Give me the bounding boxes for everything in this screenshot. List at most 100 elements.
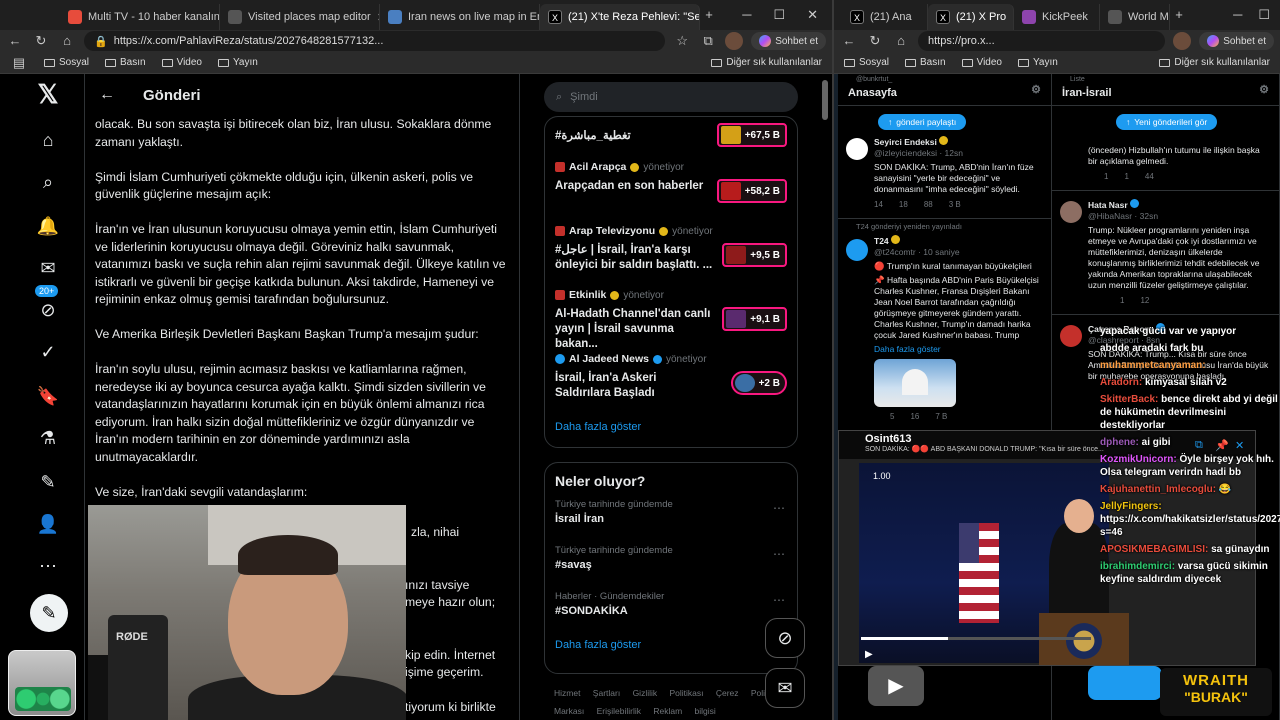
blue-button[interactable] [1088, 666, 1162, 700]
search-bar[interactable]: ⌕ Şimdi [544, 82, 798, 112]
back-icon[interactable]: ← [840, 32, 858, 50]
retweet-count[interactable]: 1 [1104, 171, 1108, 182]
close-window-icon[interactable]: ✕ [807, 7, 818, 23]
messages-icon[interactable]: ✉ [36, 256, 60, 280]
like-count[interactable]: 1 [1120, 295, 1124, 306]
footer-links[interactable]: Hizmet Şartları Gizlilik Politikası Çere… [554, 684, 794, 720]
copilot-chat-button[interactable]: Sohbet et [751, 32, 826, 50]
tab-favicon-icon [1022, 10, 1036, 24]
reading-list-icon[interactable]: ▤ [10, 54, 28, 72]
articles-icon[interactable]: ✎ [36, 470, 60, 494]
tab-x-pro[interactable]: X (21) X Pro [928, 4, 1014, 30]
maximize-icon[interactable]: ☐ [1258, 7, 1270, 23]
tweet[interactable]: Seyirci Endeksi @izleyiciendeksi · 12sn … [838, 128, 1051, 219]
home-icon[interactable]: ⌂ [892, 32, 910, 50]
bookmark-folder-video[interactable]: Video [961, 57, 1002, 68]
more-options-icon[interactable]: ⋯ [773, 547, 785, 561]
play-button[interactable]: ▶ [868, 666, 924, 706]
retweet-count[interactable]: 5 [890, 411, 894, 422]
bookmark-folder-basin[interactable]: Basın [105, 57, 146, 68]
bookmark-folder-basin[interactable]: Basın [905, 57, 946, 68]
verified-icon [939, 136, 949, 145]
video-progress-bar[interactable] [861, 637, 1091, 640]
news-item[interactable]: Türkiye tarihinde gündemde İsrail İran ⋯ [545, 493, 797, 539]
url-field[interactable]: https://pro.x... [918, 31, 1166, 51]
bookmark-folder-sosyal[interactable]: Sosyal [844, 57, 889, 68]
trend-item[interactable]: Etkinlik yönetiyor Al-Hadath Channel'dan … [545, 285, 797, 350]
show-more-link[interactable]: Daha fazla göster [545, 413, 797, 441]
trend-item[interactable]: Arap Televizyonu yönetiyor #عاجل | İsrail… [545, 221, 797, 285]
url-field[interactable]: 🔒 https://x.com/PahlaviReza/status/202764… [84, 31, 666, 51]
more-options-icon[interactable]: ⋯ [773, 593, 785, 607]
maximize-icon[interactable]: ☐ [773, 7, 785, 23]
jobs-icon[interactable]: ⚗ [36, 426, 60, 450]
tweet-body: SON DAKİKA: Trump, ABD'nin İran'ın füze … [874, 162, 1034, 194]
tab-iran-news-map[interactable]: Iran news on live map in English -✕ [380, 4, 540, 30]
notifications-icon[interactable]: 🔔 [36, 214, 60, 238]
more-icon[interactable]: ⋯ [36, 554, 60, 578]
search-icon[interactable]: ⌕ [36, 170, 60, 194]
x-logo-icon[interactable]: 𝕏 [36, 81, 60, 107]
news-item[interactable]: Türkiye tarihinde gündemde #savaş ⋯ [545, 539, 797, 585]
minimize-icon[interactable]: ─ [742, 7, 751, 23]
copilot-chat-button[interactable]: Sohbet et [1199, 32, 1274, 50]
minimize-icon[interactable]: ─ [1233, 7, 1242, 23]
bookmark-folder-sosyal[interactable]: Sosyal [44, 57, 89, 68]
back-arrow-icon[interactable]: ← [99, 86, 115, 104]
show-more-link[interactable]: Daha fazla göster [545, 631, 797, 659]
home-icon[interactable]: ⌂ [58, 32, 76, 50]
like-count[interactable]: 1 [1124, 171, 1128, 182]
tab-x-reza-pehlevi[interactable]: X(21) X'te Reza Pehlevi: "Sevgili yol✕ [540, 4, 700, 30]
bookmark-folder-yayin[interactable]: Yayın [218, 57, 258, 68]
bookmark-folder-other[interactable]: Diğer sık kullanılanlar [711, 57, 822, 68]
bookmarks-icon[interactable]: 🔖 [36, 384, 60, 408]
tweet-image-capitol[interactable] [874, 359, 956, 407]
profile-icon[interactable]: 👤 [36, 512, 60, 536]
trend-item[interactable]: #تغطية_مباشرة +67,5 B [545, 117, 797, 157]
reload-icon[interactable]: ↻ [866, 32, 884, 50]
trend-item[interactable]: Al Jadeed News yönetiyor İsrail, İran'a A… [545, 349, 797, 413]
compose-post-button[interactable]: ✎ [30, 594, 68, 632]
back-icon[interactable]: ← [6, 32, 24, 50]
play-icon[interactable]: ▶ [865, 649, 873, 660]
favorite-star-icon[interactable]: ☆ [673, 32, 691, 50]
tab-visited-places[interactable]: Visited places map editor✕ [220, 4, 380, 30]
bookmark-folder-yayin[interactable]: Yayın [1018, 57, 1058, 68]
profile-avatar[interactable] [725, 32, 744, 50]
tab-world-map[interactable]: World M [1100, 4, 1170, 30]
gear-icon[interactable]: ⚙ [1031, 83, 1041, 96]
chat-username: JellyFingers: [1100, 501, 1162, 512]
show-more-link[interactable]: Daha fazla göster [874, 344, 1043, 355]
retweet-count[interactable]: 18 [899, 199, 908, 210]
tab-multi-tv[interactable]: Multi TV - 10 haber kanalını aynı a✕ [60, 4, 220, 30]
new-tab-icon[interactable]: + [1170, 6, 1188, 24]
messages-fab-button[interactable]: ✉ [765, 668, 805, 708]
like-count[interactable]: 16 [910, 411, 919, 422]
grok-icon[interactable]: ⊘ [36, 298, 60, 322]
reply-count[interactable]: 14 [874, 199, 883, 210]
tab-ana[interactable]: X (21) Ana [842, 4, 928, 30]
reload-icon[interactable]: ↻ [32, 32, 50, 50]
like-count[interactable]: 88 [924, 199, 933, 210]
new-tab-icon[interactable]: + [700, 6, 718, 24]
tweet[interactable]: T24 gönderiyi yeniden yayınladı T24 @t24… [838, 219, 1051, 431]
gear-icon[interactable]: ⚙ [1259, 83, 1269, 96]
news-item[interactable]: Haberler · Gündemdekiler #SONDAKİKA ⋯ [545, 585, 797, 631]
home-icon[interactable]: ⌂ [36, 128, 60, 152]
grok-fab-button[interactable]: ⊘ [765, 618, 805, 658]
bookmark-folder-other[interactable]: Diğer sık kullanılanlar [1159, 57, 1270, 68]
communities-check-icon[interactable]: ✓ [36, 340, 60, 364]
tab-kickpeek[interactable]: KickPeek [1014, 4, 1100, 30]
right-address-bar: ← ↻ ⌂ https://pro.x... Sohbet et [834, 30, 1280, 52]
chat-message: ibrahimdemirci: varsa gücü sikimin keyfi… [1100, 560, 1280, 586]
profile-avatar[interactable] [1173, 32, 1192, 50]
scrollbar[interactable] [822, 80, 828, 120]
more-options-icon[interactable]: ⋯ [773, 501, 785, 515]
tweet[interactable]: Hata Nasr @HibaNasr · 32sn Trump: Nüklee… [1052, 191, 1279, 315]
section-title: Neler oluyor? [555, 473, 646, 489]
copilot-label: Sohbet et [775, 35, 818, 47]
trend-item[interactable]: Acil Arapça yönetiyor Arapçadan en son ha… [545, 157, 797, 221]
extensions-icon[interactable]: ⧉ [699, 32, 717, 50]
tweet[interactable]: (önceden) Hizbullah'ın tutumu ile ilişki… [1052, 106, 1279, 191]
bookmark-folder-video[interactable]: Video [161, 57, 202, 68]
